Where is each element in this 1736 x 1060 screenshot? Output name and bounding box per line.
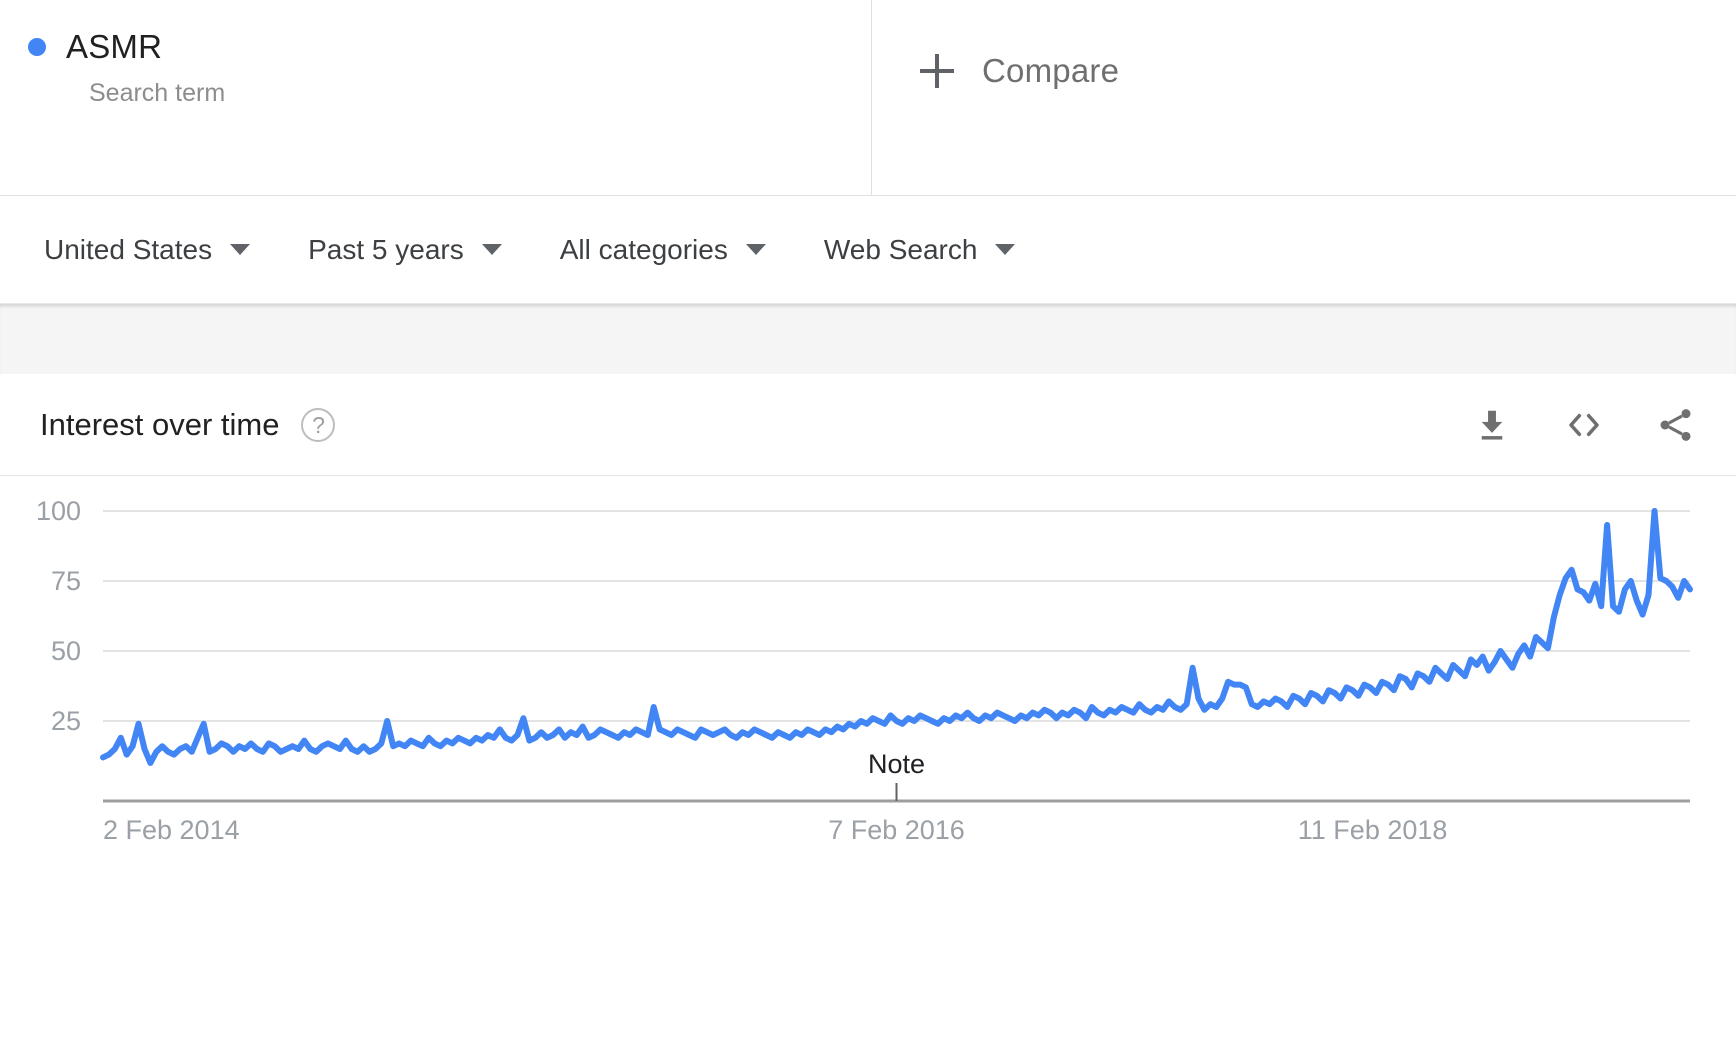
svg-text:7 Feb 2016: 7 Feb 2016 <box>828 815 965 845</box>
filter-search-type-label: Web Search <box>823 233 978 265</box>
filter-time-range-label: Past 5 years <box>308 233 464 265</box>
chevron-down-icon <box>745 244 766 255</box>
search-term-bar: ASMR Search term Compare <box>0 0 1736 196</box>
svg-text:2 Feb 2014: 2 Feb 2014 <box>103 815 240 845</box>
download-icon[interactable] <box>1472 405 1512 445</box>
page-title: Interest over time <box>40 406 280 442</box>
svg-text:50: 50 <box>51 636 81 666</box>
compare-label: Compare <box>982 52 1120 89</box>
search-term-label: ASMR <box>66 28 163 65</box>
chevron-down-icon <box>230 244 251 255</box>
section-separator <box>0 304 1736 374</box>
trends-line-chart: 25 50 75 100 2 Feb 2014 7 Feb 2016 11 Feb 2018… <box>36 496 1693 845</box>
interest-over-time-chart[interactable]: 25 50 75 100 2 Feb 2014 7 Feb 2016 11 Feb 2018… <box>0 476 1736 1060</box>
help-icon[interactable]: ? <box>301 407 336 442</box>
interest-over-time-header: Interest over time ? <box>0 374 1736 476</box>
add-comparison-button[interactable]: Compare <box>920 52 1119 90</box>
filter-time-range[interactable]: Past 5 years <box>308 234 502 266</box>
filter-search-type[interactable]: Web Search <box>824 234 1016 266</box>
svg-text:100: 100 <box>36 496 81 526</box>
svg-text:11 Feb 2018: 11 Feb 2018 <box>1298 815 1448 845</box>
embed-icon[interactable] <box>1564 405 1604 445</box>
chevron-down-icon <box>481 244 502 255</box>
filter-region[interactable]: United States <box>44 233 251 266</box>
search-term-row: ASMR <box>24 28 871 66</box>
series-color-dot <box>28 38 46 56</box>
share-icon[interactable] <box>1656 405 1696 445</box>
svg-text:75: 75 <box>51 566 81 596</box>
filter-category-label: All categories <box>559 233 728 265</box>
card-actions <box>1472 405 1696 445</box>
svg-text:25: 25 <box>51 706 81 736</box>
filter-category[interactable]: All categories <box>560 234 766 266</box>
svg-text:Note: Note <box>868 749 925 779</box>
chevron-down-icon <box>995 244 1016 255</box>
search-term-card[interactable]: ASMR Search term <box>0 0 872 195</box>
compare-card: Compare <box>872 0 1736 195</box>
filter-region-label: United States <box>44 233 213 265</box>
plus-icon <box>920 54 954 88</box>
filter-bar: United States Past 5 years All categorie… <box>0 196 1736 304</box>
search-term-type: Search term <box>89 79 226 107</box>
